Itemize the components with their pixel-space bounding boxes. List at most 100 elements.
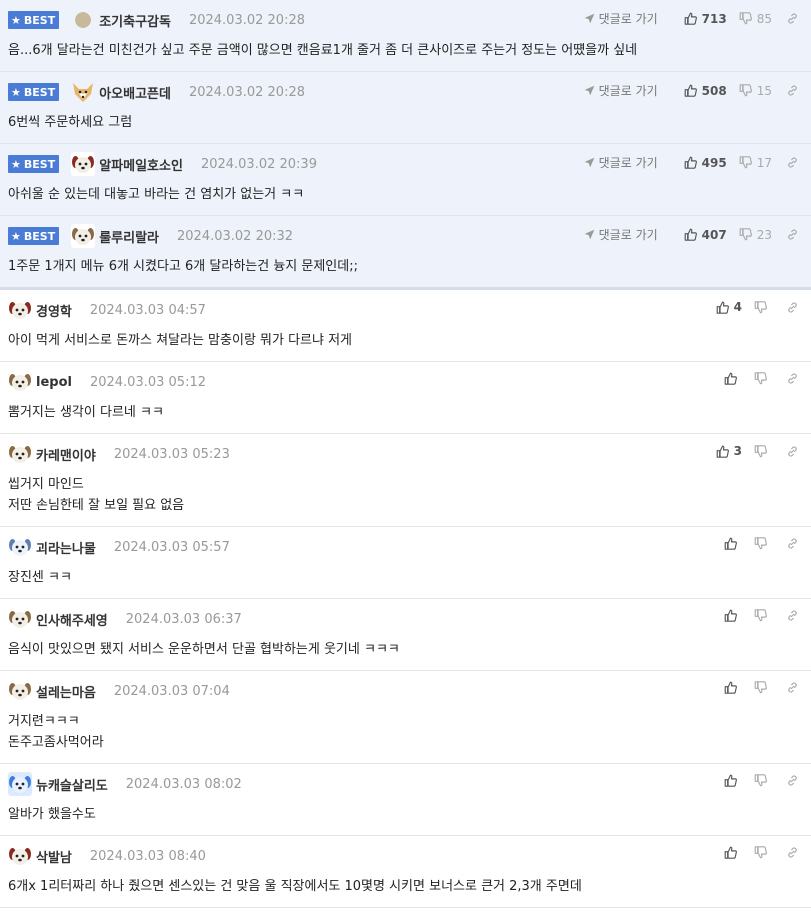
downvote-button[interactable] — [754, 537, 772, 550]
nickname[interactable]: 삭발남 — [36, 847, 72, 866]
comment-actions — [712, 537, 799, 550]
thumbs-up-icon — [724, 681, 742, 694]
timestamp: 2024.03.03 05:12 — [89, 374, 206, 390]
comment-body: 1주문 1개지 메뉴 6개 시켰다고 6개 달라하는건 늉지 문제인데;; — [8, 256, 803, 277]
goto-comment-link[interactable]: 댓글로 가기 — [584, 82, 658, 99]
copy-link-icon[interactable] — [786, 537, 799, 550]
upvote-button[interactable]: 3 — [716, 444, 742, 458]
timestamp: 2024.03.02 20:28 — [188, 12, 305, 28]
upvote-button[interactable]: 713 — [684, 12, 727, 26]
downvote-button[interactable] — [754, 372, 772, 385]
goto-comment-link[interactable]: 댓글로 가기 — [584, 154, 658, 171]
comment-body: 아쉬울 순 있는데 대놓고 바라는 건 염치가 없는거 ㅋㅋ — [8, 184, 803, 205]
thumbs-down-icon — [739, 156, 757, 169]
comment: lepol 2024.03.03 05:12 뽐거지는 생각이 다르네 ㅋㅋ — [0, 362, 811, 434]
downvote-count: 15 — [756, 83, 772, 98]
upvote-button[interactable]: 495 — [684, 156, 727, 170]
nickname[interactable]: 아오배고픈데 — [99, 83, 171, 102]
comment-body: 6번씩 주문하세요 그럼 — [8, 112, 803, 133]
copy-link-icon[interactable] — [786, 84, 799, 97]
avatar[interactable] — [8, 535, 32, 559]
comment-actions — [712, 846, 799, 859]
thumbs-down-icon — [754, 609, 772, 622]
downvote-button[interactable] — [754, 444, 772, 458]
best-label: BEST — [23, 229, 56, 243]
thumbs-up-icon — [724, 537, 742, 550]
nickname[interactable]: 괴라는나물 — [36, 538, 96, 557]
copy-link-icon[interactable] — [786, 774, 799, 787]
thumbs-down-icon — [739, 84, 757, 97]
upvote-button[interactable]: 508 — [684, 84, 727, 98]
avatar[interactable] — [8, 844, 32, 868]
star-icon: ★ — [11, 229, 21, 243]
upvote-button[interactable] — [724, 609, 742, 622]
upvote-button[interactable] — [724, 681, 742, 694]
avatar[interactable] — [8, 772, 32, 796]
upvote-button[interactable] — [724, 774, 742, 787]
best-badge: ★ BEST — [8, 83, 60, 101]
goto-comment-link[interactable]: 댓글로 가기 — [584, 10, 658, 27]
upvote-count: 3 — [733, 444, 742, 458]
copy-link-icon[interactable] — [786, 228, 799, 241]
nickname[interactable]: 알파메일호소인 — [99, 155, 183, 174]
avatar[interactable] — [71, 224, 96, 248]
goto-label: 댓글로 가기 — [598, 156, 658, 170]
downvote-button[interactable]: 85 — [739, 12, 772, 26]
copy-link-icon[interactable] — [786, 846, 799, 859]
downvote-button[interactable] — [754, 846, 772, 859]
comment-actions — [712, 681, 799, 694]
avatar[interactable] — [8, 607, 32, 631]
copy-link-icon[interactable] — [786, 372, 799, 385]
thumbs-up-icon — [724, 609, 742, 622]
upvote-button[interactable] — [724, 537, 742, 550]
comment: 카레맨이야 2024.03.03 05:23 3 씹거지 마인드 저딴 손님한테 잘 보… — [0, 434, 811, 527]
comment: 뉴캐슬살리도 2024.03.03 08:02 알바가 했을수도 — [0, 764, 811, 836]
avatar[interactable] — [8, 298, 32, 322]
timestamp: 2024.03.03 05:57 — [113, 539, 230, 555]
copy-link-icon[interactable] — [786, 681, 799, 694]
avatar[interactable] — [75, 12, 92, 28]
thumbs-up-icon — [684, 228, 702, 241]
upvote-button[interactable] — [724, 372, 742, 385]
upvote-button[interactable]: 407 — [684, 228, 727, 242]
downvote-button[interactable]: 15 — [739, 84, 772, 98]
nickname[interactable]: 카레맨이야 — [36, 445, 96, 464]
comment-list: ★ BEST 조기축구감독 2024.03.02 20:28 댓글로 가기 713 85 음.… — [0, 0, 811, 908]
nickname[interactable]: 조기축구감독 — [99, 11, 171, 30]
downvote-button[interactable] — [754, 300, 772, 314]
thumbs-up-icon — [684, 84, 702, 97]
comment: 괴라는나물 2024.03.03 05:57 장진센 ㅋㅋ — [0, 527, 811, 599]
thumbs-up-icon — [716, 445, 734, 458]
nickname[interactable]: 인사해주세영 — [36, 610, 108, 629]
send-icon — [584, 229, 599, 240]
nickname[interactable]: 경영학 — [36, 301, 72, 320]
upvote-button[interactable]: 4 — [716, 300, 742, 314]
avatar[interactable] — [8, 679, 32, 703]
copy-link-icon[interactable] — [786, 445, 799, 458]
nickname[interactable]: lepol — [36, 375, 72, 390]
avatar[interactable] — [8, 442, 32, 466]
downvote-button[interactable]: 17 — [739, 156, 772, 170]
nickname[interactable]: 룰루리랄라 — [99, 227, 159, 246]
avatar[interactable] — [8, 370, 32, 394]
goto-comment-link[interactable]: 댓글로 가기 — [584, 226, 658, 243]
copy-link-icon[interactable] — [786, 12, 799, 25]
downvote-button[interactable] — [754, 774, 772, 787]
downvote-button[interactable] — [754, 609, 772, 622]
comment-actions — [712, 609, 799, 622]
comment-body: 뽐거지는 생각이 다르네 ㅋㅋ — [8, 402, 803, 423]
copy-link-icon[interactable] — [786, 609, 799, 622]
downvote-button[interactable]: 23 — [739, 228, 772, 242]
comment: 삭발남 2024.03.03 08:40 6개x 1리터짜리 하나 줬으면 센스있는… — [0, 836, 811, 908]
nickname[interactable]: 뉴캐슬살리도 — [36, 775, 108, 794]
avatar[interactable] — [71, 152, 96, 176]
avatar[interactable] — [71, 80, 95, 104]
copy-link-icon[interactable] — [786, 301, 799, 314]
comment: 설레는마음 2024.03.03 07:04 거지련ㅋㅋㅋ 돈주고좀사먹어라 — [0, 671, 811, 764]
downvote-button[interactable] — [754, 681, 772, 694]
upvote-button[interactable] — [724, 846, 742, 859]
copy-link-icon[interactable] — [786, 156, 799, 169]
nickname[interactable]: 설레는마음 — [36, 682, 96, 701]
comment-body: 장진센 ㅋㅋ — [8, 567, 803, 588]
comment-text: 씹거지 마인드 — [8, 477, 84, 492]
